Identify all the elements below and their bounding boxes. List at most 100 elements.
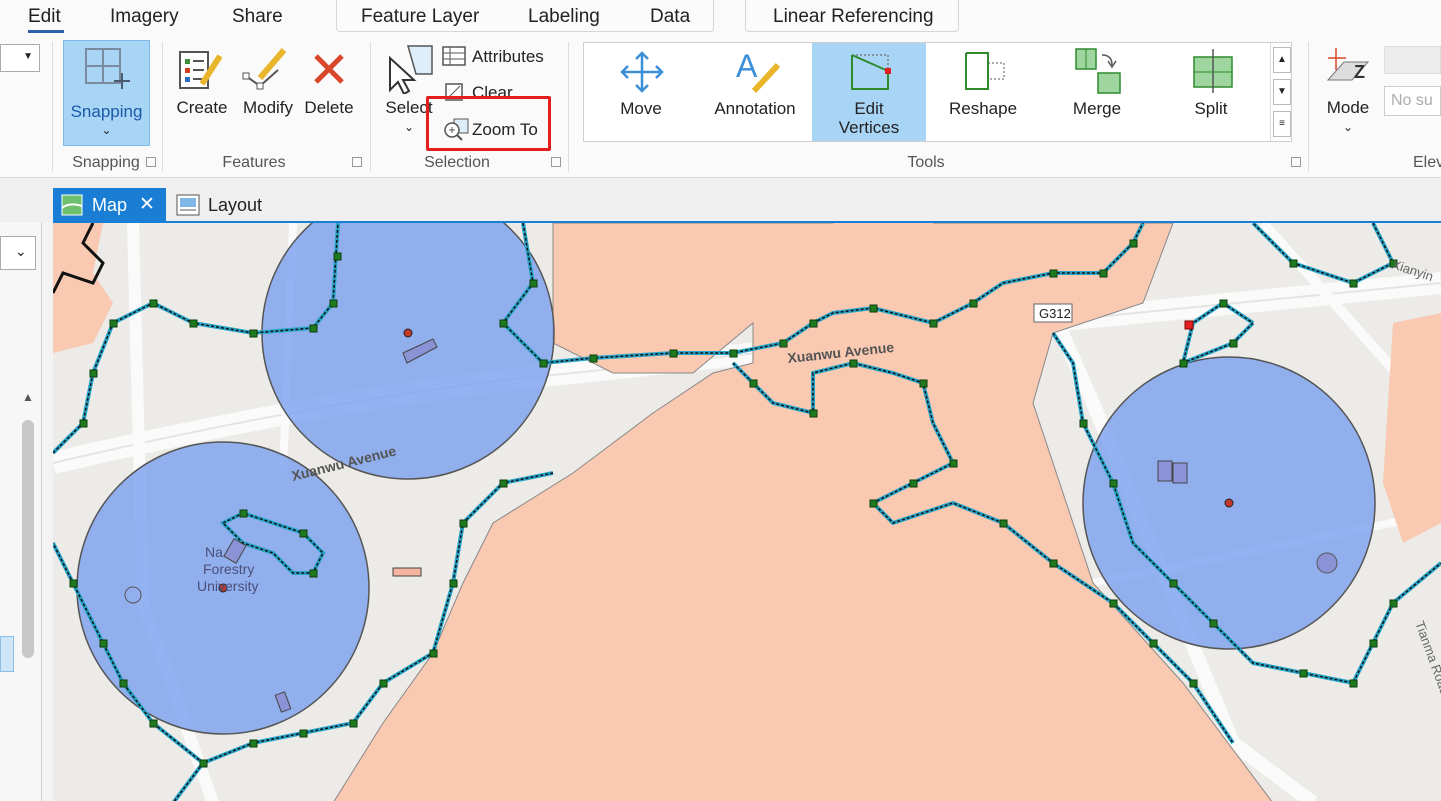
modify-pencil-icon [242,48,287,90]
tab-labeling[interactable]: Labeling [528,6,600,28]
delete-label: Delete [304,98,354,117]
view-tabs-bar: Map ✕ Layout [0,178,1441,222]
annotation-tool[interactable]: A Annotation [698,43,812,141]
tools-gallery: Move A Annotation Edit Vertices Reshape [583,42,1292,142]
group-label-features: Features [222,154,286,171]
layout-icon [176,194,200,216]
svg-text:Z: Z [1354,62,1365,82]
mode-label: Mode [1326,98,1370,117]
tab-edit[interactable]: Edit [28,6,61,28]
tab-data[interactable]: Data [650,6,690,28]
contents-pane: u ✕ ⌄ ▲ [0,190,42,801]
center-point [1224,498,1234,508]
merge-icon [1075,48,1121,94]
gallery-scroll: ▲ ▼ ≡ [1270,43,1292,141]
group-label-snapping: Snapping [72,154,140,171]
gallery-down-button[interactable]: ▼ [1273,79,1291,105]
campus-label: Forestry [203,561,254,577]
roundabout [1316,552,1338,574]
center-point [403,328,413,338]
zoom-to-label: Zoom To [472,120,538,139]
reshape-icon [965,52,1005,90]
move-label: Move [620,99,662,118]
mode-button[interactable]: Z Mode ⌄ [1316,42,1380,142]
separator [162,42,163,172]
selected-row-stub[interactable] [0,636,14,672]
merge-label: Merge [1072,99,1122,118]
launcher-icon[interactable] [551,157,561,167]
feature-layer-context-group: Feature Layer Labeling Data [336,0,714,32]
tab-feature-layer[interactable]: Feature Layer [361,6,479,28]
separator [568,42,569,172]
select-arrow-icon [389,45,433,94]
separator [370,42,371,172]
split-label: Split [1194,99,1228,118]
tab-linear-referencing[interactable]: Linear Referencing [773,6,934,28]
tab-share[interactable]: Share [232,6,283,28]
mode-z-icon: Z [1326,48,1370,82]
merge-tool[interactable]: Merge [1040,43,1154,141]
reshape-label: Reshape [948,99,1018,118]
map-canvas[interactable]: Xuanwu Avenue Xuanwu Avenue G312 Na Fore… [53,223,1441,801]
attributes-table-icon [442,46,466,66]
zoom-to-magnifier-icon [444,118,469,141]
pane-dropdown[interactable]: ⌄ [0,236,36,270]
annotation-pencil-icon: A [736,48,781,94]
zoom-to-button[interactable]: Zoom To [440,116,548,142]
separator [1308,42,1309,172]
modify-button[interactable]: Modify [236,42,300,122]
map-view[interactable]: Xuanwu Avenue Xuanwu Avenue G312 Na Fore… [53,221,1441,801]
create-features-icon [179,51,222,89]
launcher-icon[interactable] [352,157,362,167]
selected-vertex-marker [1184,320,1194,330]
elevation-field[interactable] [1384,46,1441,74]
move-tool[interactable]: Move [584,43,698,141]
group-label-selection: Selection [424,154,490,171]
active-tab-indicator [28,30,64,33]
move-arrows-icon [620,51,664,93]
launcher-icon[interactable] [146,157,156,167]
tab-map[interactable]: Map ✕ [53,188,166,222]
separator [52,42,53,172]
attributes-label: Attributes [472,47,544,66]
delete-x-icon [314,54,344,84]
snapping-button[interactable]: Snapping ⌄ [63,40,150,146]
surface-placeholder: No su [1391,92,1433,109]
gallery-expand-button[interactable]: ≡ [1273,111,1291,137]
create-label: Create [176,98,228,117]
group-label-tools: Tools [907,154,945,171]
snapping-grid-icon [85,48,130,89]
chevron-down-icon: ⌄ [15,243,27,259]
tab-layout[interactable]: Layout [172,188,272,222]
reshape-tool[interactable]: Reshape [926,43,1040,141]
gallery-up-button[interactable]: ▲ [1273,47,1291,73]
close-icon[interactable]: ✕ [139,193,155,216]
campus-label: Na [205,544,223,560]
split-icon [1193,49,1233,93]
group-label-elevation: Elev [1413,154,1441,171]
chevron-down-icon: ▼ [23,51,33,62]
campus-label: University [197,578,258,594]
ribbon-tab-row: Edit Imagery Share Feature Layer Labelin… [0,0,1441,36]
split-tool[interactable]: Split [1154,43,1268,141]
svg-text:A: A [736,48,758,84]
delete-button[interactable]: Delete [300,42,358,122]
map-icon [61,194,83,216]
road-label: Tianma Road [1412,619,1441,697]
tab-map-label: Map [92,195,128,215]
edit-vertices-tool[interactable]: Edit Vertices [812,43,926,141]
ribbon: ▼ Snapping ⌄ Snapping Create Modify Dele… [0,36,1441,178]
tab-imagery[interactable]: Imagery [110,6,179,28]
layer-dropdown[interactable]: ▼ [0,44,40,72]
tab-layout-label: Layout [208,195,263,215]
scroll-up-icon[interactable]: ▲ [22,390,34,404]
annotation-label: Annotation [714,99,796,118]
attributes-button[interactable]: Attributes [440,44,560,70]
create-button[interactable]: Create [172,42,232,122]
surface-field[interactable]: No su [1384,86,1441,116]
highway-label: G312 [1039,306,1071,321]
edit-vertices-icon [851,54,891,90]
scrollbar-thumb[interactable] [22,420,34,658]
launcher-icon[interactable] [1291,157,1301,167]
edit-vertices-label-1: Edit [854,99,884,118]
